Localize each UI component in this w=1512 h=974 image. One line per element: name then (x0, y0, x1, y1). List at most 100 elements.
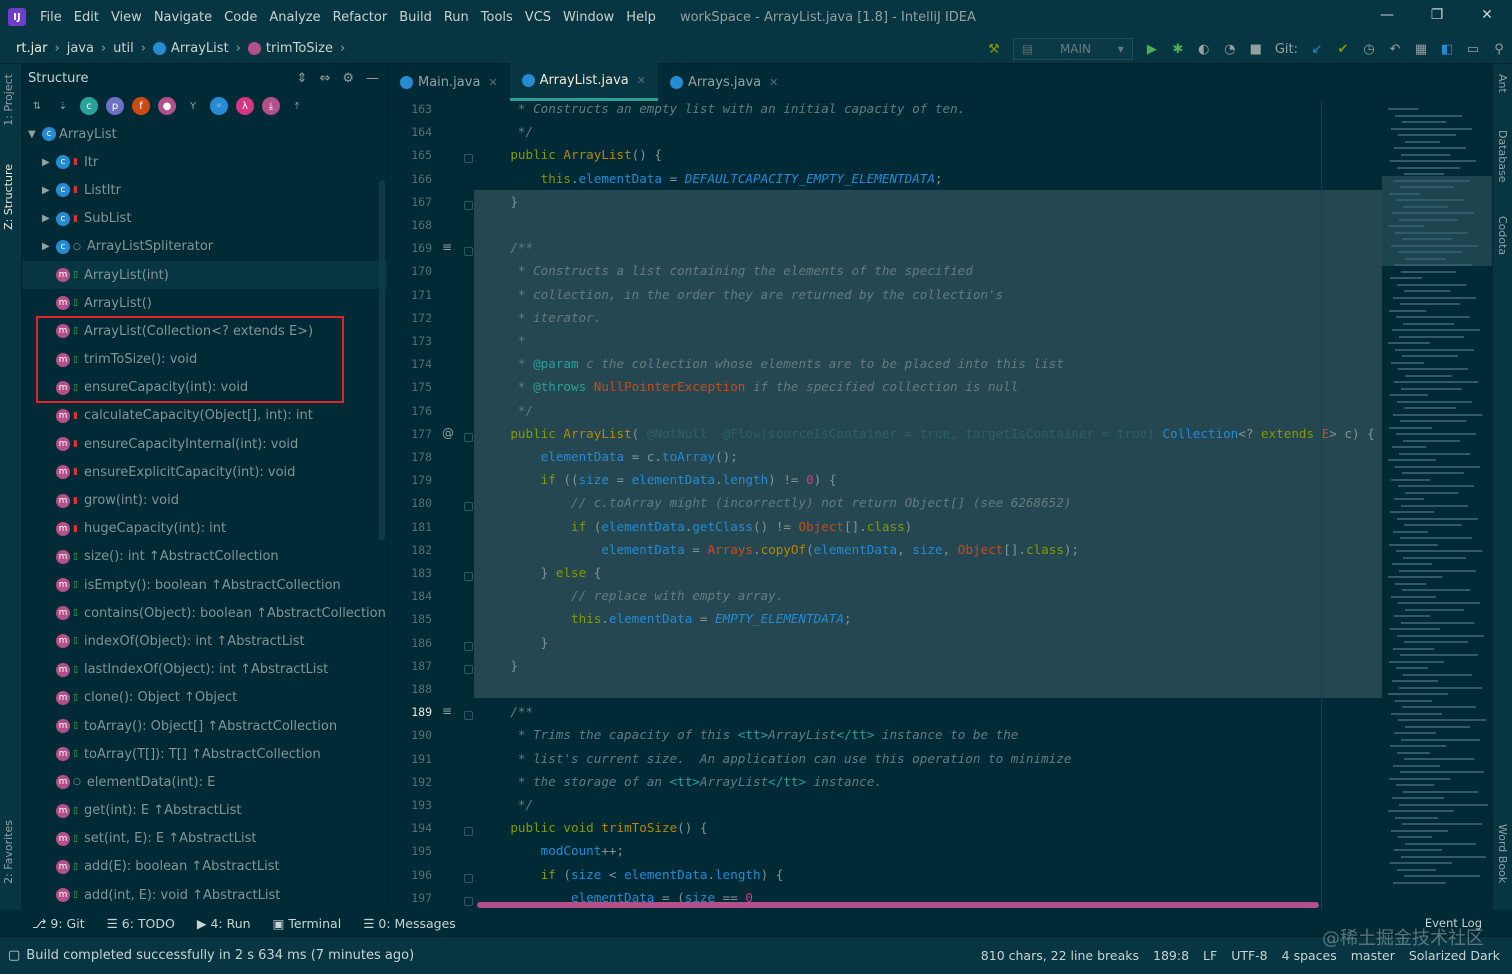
status-line-separator[interactable]: LF (1203, 948, 1217, 963)
menu-item-navigate[interactable]: Navigate (148, 10, 218, 25)
menu-item-vcs[interactable]: VCS (519, 10, 557, 25)
fold-marker-icon[interactable] (464, 664, 473, 674)
structure-item[interactable]: m ▯ contains(Object): boolean ↑AbstractCol… (22, 599, 387, 627)
structure-item[interactable]: m ▯ add(E): boolean ↑AbstractList (22, 853, 387, 881)
search-icon[interactable]: ⚲ (1486, 42, 1512, 57)
doc-comment-icon[interactable]: ≡ (442, 240, 452, 254)
show-nonpublic-icon[interactable]: ● (158, 97, 176, 115)
structure-item[interactable]: m ▮ calculateCapacity(Object[], int): int (22, 402, 387, 430)
structure-item[interactable]: m ▮ ensureCapacityInternal(int): void (22, 430, 387, 458)
menu-item-window[interactable]: Window (557, 10, 620, 25)
database-tool-tab[interactable]: Database (1496, 130, 1509, 183)
status-caret-position[interactable]: 189:8 (1153, 948, 1189, 963)
tree-root[interactable]: ▼ c ArrayList (22, 120, 387, 148)
expand-arrow-icon[interactable]: ▶ (42, 185, 56, 196)
structure-item[interactable]: m ▯ toArray(): Object[] ↑AbstractCollectio… (22, 712, 387, 740)
rollback-icon[interactable]: ↶ (1382, 42, 1408, 57)
fold-marker-icon[interactable] (464, 247, 473, 257)
structure-item[interactable]: ▶ c ▮ SubList (22, 205, 387, 233)
wordbook-tool-tab[interactable]: Word Book (1496, 824, 1509, 883)
status-theme[interactable]: Solarized Dark (1409, 948, 1500, 963)
history-icon[interactable]: ◷ (1356, 42, 1382, 57)
structure-item[interactable]: m ▯ isEmpty(): boolean ↑AbstractCollection (22, 571, 387, 599)
structure-item[interactable]: m ▯ ArrayList() (22, 289, 387, 317)
menu-item-help[interactable]: Help (620, 10, 662, 25)
breadcrumb-util[interactable]: util (113, 41, 134, 56)
expand-arrow-icon[interactable]: ▶ (42, 241, 56, 252)
breadcrumb-method[interactable]: trimToSize (266, 41, 333, 56)
menu-item-analyze[interactable]: Analyze (263, 10, 326, 25)
git-update-icon[interactable]: ↙ (1304, 42, 1330, 57)
menu-item-refactor[interactable]: Refactor (327, 10, 394, 25)
menu-item-view[interactable]: View (105, 10, 148, 25)
fold-marker-icon[interactable] (464, 896, 473, 906)
project-structure-icon[interactable]: ▦ (1408, 42, 1434, 57)
expand-arrow-icon[interactable]: ▼ (28, 129, 42, 140)
codota-tool-tab[interactable]: Codota (1496, 216, 1509, 255)
menu-item-file[interactable]: File (34, 10, 68, 25)
project-tool-tab[interactable]: 1: Project (2, 74, 15, 126)
close-tab-icon[interactable]: ✕ (637, 74, 646, 87)
structure-item[interactable]: ▶ c ▮ Itr (22, 148, 387, 176)
structure-item[interactable]: m ▯ get(int): E ↑AbstractList (22, 797, 387, 825)
structure-item[interactable]: m ▯ indexOf(Object): int ↑AbstractList (22, 627, 387, 655)
structure-item[interactable]: m ▮ hugeCapacity(int): int (22, 515, 387, 543)
show-properties-icon[interactable]: p (106, 97, 124, 115)
menu-item-run[interactable]: Run (438, 10, 475, 25)
structure-tool-tab[interactable]: Z: Structure (2, 164, 15, 230)
structure-item[interactable]: m ▯ ArrayList(int) (22, 260, 387, 290)
override-annotation-icon[interactable]: @ (442, 426, 454, 440)
tab-arrays-java[interactable]: Arrays.java ✕ (658, 63, 790, 101)
git-commit-icon[interactable]: ✔ (1330, 42, 1356, 57)
bottom-tab-1[interactable]: ☰ 6: TODO (107, 916, 175, 931)
breadcrumb-jar[interactable]: rt.jar (16, 41, 48, 56)
bottom-tab-3[interactable]: ▣ Terminal (273, 916, 342, 931)
structure-item[interactable]: m ○ elementData(int): E (22, 768, 387, 796)
menu-item-edit[interactable]: Edit (68, 10, 105, 25)
fold-marker-icon[interactable] (464, 502, 473, 512)
favorites-tool-tab[interactable]: 2: Favorites (2, 820, 15, 884)
breadcrumb-java[interactable]: java (67, 41, 94, 56)
ant-tool-tab[interactable]: Ant (1496, 74, 1509, 93)
menu-item-code[interactable]: Code (218, 10, 263, 25)
sort-alpha-icon[interactable]: ⇣ (54, 97, 72, 115)
horizontal-scrollbar[interactable] (477, 902, 1319, 908)
inherited-icon[interactable]: c (80, 97, 98, 115)
expand-arrow-icon[interactable]: ▶ (42, 213, 56, 224)
code-editor[interactable]: * Constructs an empty list with an initi… (474, 102, 1382, 910)
collapse-all-icon[interactable]: ⇔ (319, 71, 330, 86)
structure-item[interactable]: m ▯ size(): int ↑AbstractCollection (22, 543, 387, 571)
fold-marker-icon[interactable] (464, 154, 473, 164)
status-encoding[interactable]: UTF-8 (1231, 948, 1267, 963)
profile-icon[interactable]: ◔ (1217, 42, 1243, 57)
show-lambdas-icon[interactable]: Y (184, 97, 202, 115)
run-config-select[interactable]: ▤ MAIN ▾ (1012, 38, 1133, 60)
structure-item[interactable]: m ▯ set(int, E): E ↑AbstractList (22, 825, 387, 853)
sort-visibility-icon[interactable]: ⇅ (28, 97, 46, 115)
autoscroll-to-source-icon[interactable]: ⤓ (262, 97, 280, 115)
structure-item[interactable]: ▶ c ▮ ListItr (22, 176, 387, 204)
stop-icon[interactable]: ■ (1243, 42, 1269, 57)
fold-marker-icon[interactable] (464, 711, 473, 721)
tab-main-java[interactable]: Main.java ✕ (388, 63, 510, 101)
translate-icon[interactable]: ◧ (1434, 42, 1460, 57)
code-minimap[interactable] (1382, 102, 1492, 910)
fold-marker-icon[interactable] (464, 572, 473, 581)
fold-marker-icon[interactable] (464, 641, 473, 651)
bottom-tab-4[interactable]: ☰ 0: Messages (363, 916, 456, 931)
autoscroll-from-source-icon[interactable]: ⤒ (288, 97, 306, 115)
fold-marker-icon[interactable] (464, 873, 473, 883)
structure-item[interactable]: ▶ c ○ ArrayListSpliterator (22, 233, 387, 261)
build-hammer-icon[interactable]: ⚒ (981, 42, 1007, 57)
terminal-window-icon[interactable]: ▭ (1460, 42, 1486, 57)
structure-item[interactable]: m ▯ toArray(T[]): T[] ↑AbstractCollection (22, 740, 387, 768)
menu-item-build[interactable]: Build (393, 10, 438, 25)
minimize-icon[interactable]: — (1362, 0, 1412, 34)
show-fields-icon[interactable]: f (132, 97, 150, 115)
breadcrumb-class[interactable]: ArrayList (171, 41, 229, 56)
structure-item[interactable]: m ▯ lastIndexOf(Object): int ↑AbstractList (22, 656, 387, 684)
show-lambda-icon[interactable]: λ (236, 97, 254, 115)
status-indent[interactable]: 4 spaces (1282, 948, 1337, 963)
structure-item[interactable]: m ▮ ensureExplicitCapacity(int): void (22, 458, 387, 486)
status-panel-icon[interactable]: ▢ (8, 948, 20, 963)
